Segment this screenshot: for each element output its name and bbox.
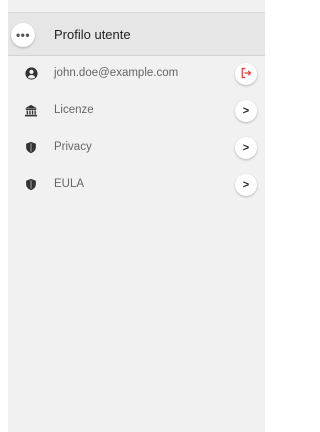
shield-icon xyxy=(24,140,38,154)
eula-open-button[interactable]: > xyxy=(235,174,257,196)
licenses-row[interactable]: Licenze > xyxy=(8,93,265,130)
logout-button[interactable] xyxy=(235,63,257,85)
privacy-row[interactable]: Privacy > xyxy=(8,130,265,167)
account-email: john.doe@example.com xyxy=(54,67,179,79)
eula-label: EULA xyxy=(54,178,85,190)
eula-row[interactable]: EULA > xyxy=(8,167,265,204)
licenses-open-button[interactable]: > xyxy=(235,100,257,122)
bank-icon xyxy=(24,103,38,117)
more-dots-icon: ••• xyxy=(15,28,31,42)
privacy-open-button[interactable]: > xyxy=(235,137,257,159)
logout-icon xyxy=(240,67,252,82)
more-menu-button[interactable]: ••• xyxy=(11,23,35,47)
chevron-right-icon: > xyxy=(242,179,250,191)
shield-icon xyxy=(24,177,38,191)
user-circle-icon xyxy=(24,66,38,80)
privacy-label: Privacy xyxy=(54,141,92,153)
chevron-right-icon: > xyxy=(242,142,250,154)
panel-header: ••• Profilo utente xyxy=(8,13,265,56)
account-row: john.doe@example.com xyxy=(8,56,265,93)
chevron-right-icon: > xyxy=(242,105,250,117)
licenses-label: Licenze xyxy=(54,104,94,116)
page-title: Profilo utente xyxy=(54,27,131,42)
profile-panel: ••• Profilo utente john.doe@example.com xyxy=(8,0,265,432)
